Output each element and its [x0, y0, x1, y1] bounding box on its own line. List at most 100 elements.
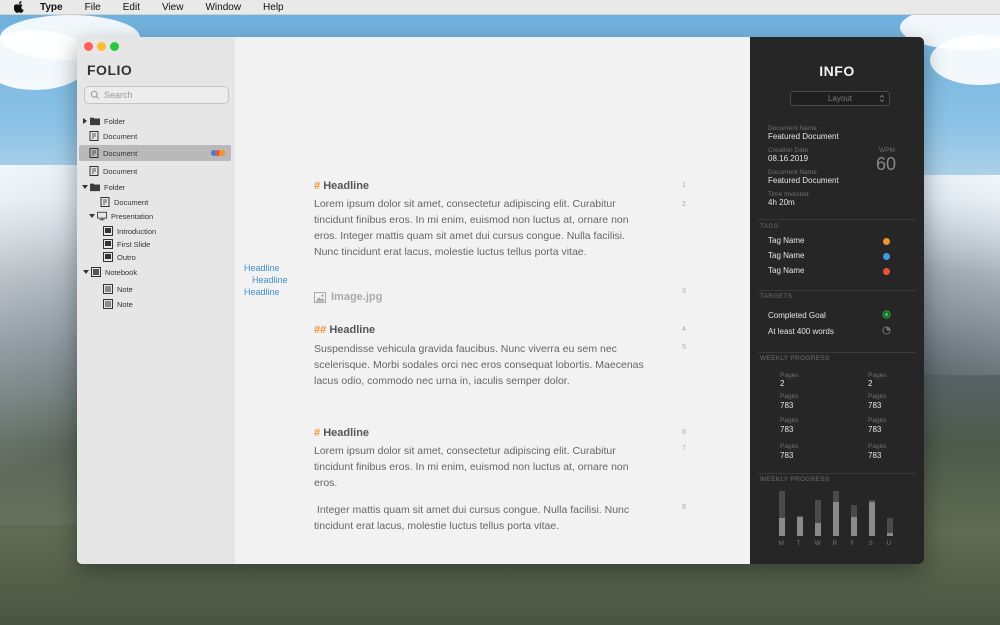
minimize-button[interactable]: [97, 42, 106, 51]
close-button[interactable]: [84, 42, 93, 51]
weekly-stat-label: Pages: [868, 417, 887, 424]
tree-item-presentation[interactable]: Presentation: [77, 208, 235, 224]
menu-window[interactable]: Window: [205, 2, 241, 13]
line-number: 7: [682, 445, 686, 452]
slide-icon: [103, 226, 113, 236]
wpm-value: 60: [876, 154, 897, 174]
tag-name[interactable]: Tag Name: [768, 266, 804, 275]
folder-icon: [90, 117, 100, 126]
weekly-stat-value: 783: [780, 451, 794, 460]
tag-name[interactable]: Tag Name: [768, 236, 804, 245]
presentation-icon: [97, 211, 107, 221]
day-label: S: [868, 540, 873, 547]
tag-dots: [211, 150, 225, 156]
disclosure-down-icon[interactable]: [83, 269, 89, 275]
document-name-value: Featured Document: [768, 132, 839, 141]
tree-item-label: Document: [103, 166, 138, 176]
menu-file[interactable]: File: [85, 2, 101, 13]
paragraph-1[interactable]: Lorem ipsum dolor sit amet, consectetur …: [314, 196, 644, 260]
editor[interactable]: # Headline Lorem ipsum dolor sit amet, c…: [310, 37, 750, 564]
paragraph-3[interactable]: Lorem ipsum dolor sit amet, consectetur …: [314, 443, 644, 491]
document-icon: [89, 166, 99, 176]
target-label[interactable]: Completed Goal: [768, 311, 826, 320]
search-placeholder: Search: [104, 90, 133, 100]
wpm-label: WPM: [879, 147, 895, 154]
creation-date-value: 08.16.2019: [768, 154, 809, 163]
notebook-icon: [91, 267, 101, 277]
weekly-stat-label: Pages: [780, 417, 799, 424]
menu-app-name[interactable]: Type: [40, 2, 63, 13]
weekly-stat-value: 2: [868, 379, 873, 388]
tree-item-label: Note: [117, 284, 133, 294]
tree-item-document[interactable]: Document: [77, 163, 235, 179]
tree-item-notebook[interactable]: Notebook: [77, 264, 235, 280]
tree-item-label: Document: [103, 131, 138, 141]
weekly-stat-value: 783: [780, 425, 794, 434]
day-bar-fill: [779, 518, 785, 536]
search-input[interactable]: Search: [84, 86, 229, 104]
disclosure-down-icon[interactable]: [89, 213, 95, 219]
sidebar: FOLIO Search Folder Document Document Do…: [77, 37, 235, 564]
document-outline: Headline Headline Headline: [235, 37, 310, 564]
disclosure-right-icon[interactable]: [82, 118, 88, 124]
tree-item-note[interactable]: Note: [77, 281, 235, 297]
tree-item-label: Note: [117, 299, 133, 309]
image-icon: [314, 291, 326, 303]
tree-item-label: Folder: [104, 116, 126, 126]
paragraph-2[interactable]: Suspendisse vehicula gravida faucibus. N…: [314, 341, 644, 389]
tag-color-dot: [883, 238, 890, 245]
weekly-progress-label: WEEKLY PROGRESS: [760, 355, 830, 362]
tag-name[interactable]: Tag Name: [768, 251, 804, 260]
weekly-stat-value: 783: [868, 451, 882, 460]
day-label: U: [886, 540, 892, 547]
document-icon: [100, 197, 110, 207]
target-pending-icon: [882, 326, 891, 335]
info-title: INFO: [819, 63, 855, 79]
zoom-button[interactable]: [110, 42, 119, 51]
tree-item-folder[interactable]: Folder: [77, 179, 235, 195]
headline-2[interactable]: ## Headline: [314, 324, 375, 336]
disclosure-down-icon[interactable]: [82, 184, 88, 190]
day-bar-fill: [815, 523, 821, 536]
tree-item-document-selected[interactable]: Document: [79, 145, 231, 161]
day-bar-fill: [887, 533, 893, 536]
note-icon: [103, 299, 113, 309]
menu-edit[interactable]: Edit: [123, 2, 140, 13]
weekly-stat-label: Pages: [868, 372, 887, 379]
tree-item-label: Notebook: [105, 267, 138, 277]
tags-section-label: TAGS: [760, 223, 779, 230]
apple-icon[interactable]: [14, 0, 28, 14]
menu-view[interactable]: View: [162, 2, 184, 13]
document-icon: [89, 148, 99, 158]
outline-heading[interactable]: Headline: [252, 275, 288, 285]
headline-3[interactable]: # Headline: [314, 427, 369, 439]
day-bar-fill: [869, 502, 875, 536]
outline-heading[interactable]: Headline: [244, 287, 280, 297]
line-number: 4: [682, 326, 686, 333]
weekly-stat-value: 783: [780, 401, 794, 410]
weekly-stat-label: Pages: [780, 443, 799, 450]
time-invested-label: Time Invested: [768, 191, 809, 198]
tree-item-note[interactable]: Note: [77, 296, 235, 312]
sidebar-title: FOLIO: [87, 62, 133, 78]
tree-item-folder[interactable]: Folder: [77, 113, 235, 129]
line-number: 6: [682, 429, 686, 436]
layout-select[interactable]: Layout: [790, 91, 890, 106]
day-label: F: [850, 540, 855, 547]
tree-item-slide[interactable]: Outro: [77, 249, 235, 265]
tree-item-document[interactable]: Document: [77, 128, 235, 144]
time-invested-value: 4h 20m: [768, 198, 795, 207]
headline-1[interactable]: # Headline: [314, 180, 369, 192]
document-name-value: Featured Document: [768, 176, 839, 185]
image-embed[interactable]: Image.jpg: [314, 291, 382, 303]
divider: [758, 219, 916, 220]
menu-help[interactable]: Help: [263, 2, 284, 13]
divider: [758, 473, 916, 474]
weekly-stat-label: Pages: [868, 393, 887, 400]
outline-heading[interactable]: Headline: [244, 263, 280, 273]
paragraph-4[interactable]: Integer mattis quam sit amet dui cursus …: [314, 502, 644, 534]
target-label[interactable]: At least 400 words: [768, 327, 834, 336]
slide-icon: [103, 252, 113, 262]
info-panel: INFO Layout Document Name Featured Docum…: [750, 37, 924, 564]
weekly-stat-label: Pages: [868, 443, 887, 450]
